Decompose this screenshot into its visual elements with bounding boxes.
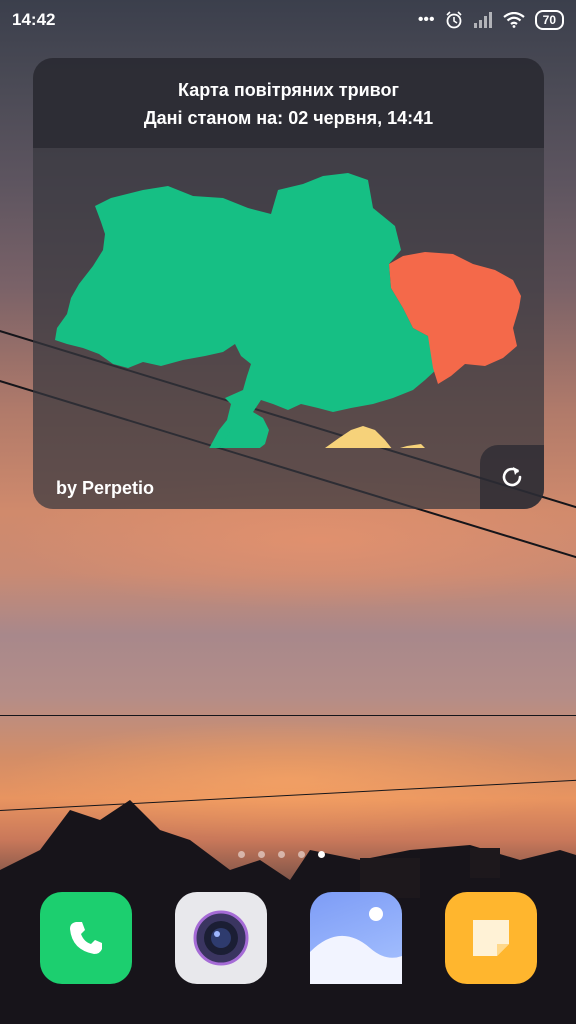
gallery-icon: [310, 907, 402, 984]
region-occupied: [325, 426, 425, 448]
air-raid-map-widget[interactable]: Карта повітряних тривог Дані станом на: …: [33, 58, 544, 509]
page-dot[interactable]: [278, 851, 285, 858]
page-dot[interactable]: [238, 851, 245, 858]
widget-updated: Дані станом на: 02 червня, 14:41: [33, 108, 544, 129]
page-indicator: [238, 851, 325, 858]
alarm-icon: [446, 11, 462, 29]
page-dot-active[interactable]: [318, 851, 325, 858]
refresh-button[interactable]: [480, 445, 544, 509]
more-dots-icon: •••: [417, 11, 435, 28]
gallery-app[interactable]: [310, 892, 402, 984]
notes-app[interactable]: [445, 892, 537, 984]
status-icons: ••• 70: [418, 10, 564, 30]
page-dot[interactable]: [298, 851, 305, 858]
updated-value: 02 червня, 14:41: [288, 108, 434, 128]
widget-title: Карта повітряних тривог: [178, 80, 399, 100]
widget-header: Карта повітряних тривог Дані станом на: …: [33, 58, 544, 148]
ukraine-map: [55, 173, 521, 448]
status-bar: 14:42 ••• 70: [0, 0, 576, 40]
camera-app[interactable]: [175, 892, 267, 984]
phone-icon: [70, 922, 102, 954]
refresh-icon: [502, 467, 522, 487]
camera-icon: [193, 910, 249, 966]
notes-icon: [473, 920, 509, 956]
status-time: 14:42: [12, 10, 56, 29]
battery-icon: 70: [534, 10, 564, 30]
app-dock: [40, 892, 540, 986]
page-dot[interactable]: [258, 851, 265, 858]
updated-label: Дані станом на:: [143, 108, 284, 128]
widget-credit: by Perpetio: [56, 478, 155, 498]
phone-app[interactable]: [40, 892, 132, 984]
power-line: [0, 715, 576, 716]
wifi-icon: [502, 12, 525, 28]
signal-icon: [473, 12, 492, 28]
